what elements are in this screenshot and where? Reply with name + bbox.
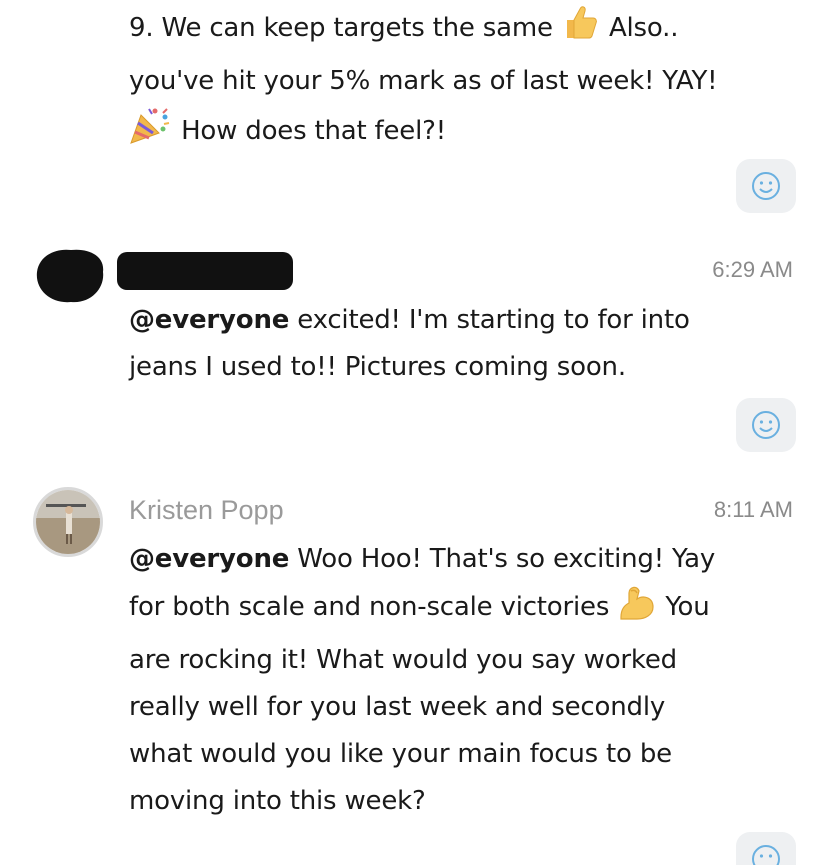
message-3-timestamp: 8:11 AM bbox=[713, 497, 793, 522]
message-2-timestamp: 6:29 AM bbox=[712, 257, 793, 282]
smiley-icon bbox=[752, 845, 780, 865]
mention-everyone[interactable]: @everyone bbox=[129, 305, 289, 335]
message-1-text: 9. We can keep targets the same Also.. y… bbox=[129, 2, 718, 161]
message-3-line-5: what would you like your main focus to b… bbox=[129, 739, 672, 769]
sender-name[interactable]: Kristen Popp bbox=[129, 495, 284, 526]
message-3-text: @everyone Woo Hoo! That's so exciting! Y… bbox=[129, 536, 715, 825]
avatar-redacted[interactable] bbox=[33, 246, 107, 306]
add-reaction-button[interactable] bbox=[736, 159, 796, 213]
message-2-line-1: @everyone excited! I'm starting to for i… bbox=[129, 305, 690, 335]
message-3-line-2: for both scale and non-scale victories Y… bbox=[129, 583, 715, 637]
avatar-kristen-popp[interactable] bbox=[33, 487, 103, 557]
message-3-line-4: really well for you last week and second… bbox=[129, 692, 666, 722]
message-3-line-6: moving into this week? bbox=[129, 786, 426, 816]
message-1-line-2: you've hit your 5% mark as of last week!… bbox=[129, 66, 718, 96]
message-2-text: @everyone excited! I'm starting to for i… bbox=[129, 297, 690, 391]
message-1-line-3: How does that feel?! bbox=[129, 105, 717, 161]
thumbs-up-icon bbox=[561, 2, 601, 58]
message-1-line-1: 9. We can keep targets the same Also.. bbox=[129, 2, 717, 58]
sender-name-redacted bbox=[117, 252, 293, 290]
message-2-line-2: jeans I used to!! Pictures coming soon. bbox=[129, 352, 626, 382]
smiley-icon bbox=[752, 411, 780, 439]
add-reaction-button[interactable] bbox=[736, 832, 796, 865]
message-3-line-1: @everyone Woo Hoo! That's so exciting! Y… bbox=[129, 544, 716, 574]
add-reaction-button[interactable] bbox=[736, 398, 796, 452]
message-3-line-3: are rocking it! What would you say worke… bbox=[129, 645, 677, 675]
smiley-icon bbox=[752, 172, 780, 200]
flexed-biceps-icon bbox=[617, 583, 657, 637]
party-popper-icon bbox=[129, 105, 173, 161]
mention-everyone[interactable]: @everyone bbox=[129, 544, 289, 574]
